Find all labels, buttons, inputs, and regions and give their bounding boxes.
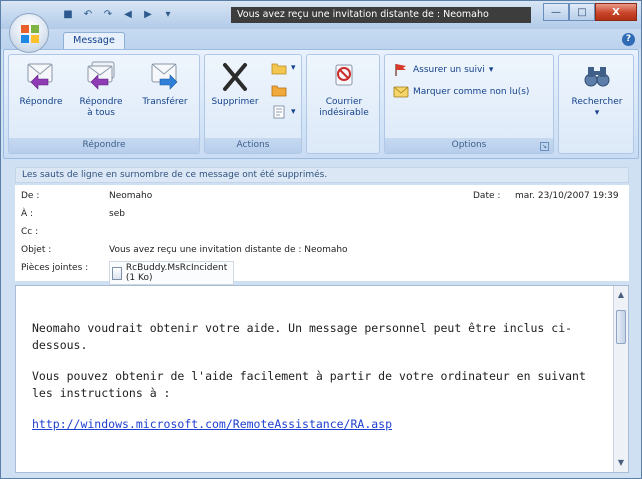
office-button[interactable] — [9, 13, 49, 53]
message-body-text: Neomaho voudrait obtenir votre aide. Un … — [32, 320, 612, 447]
junk-label-line2: indésirable — [319, 108, 369, 118]
other-actions-button[interactable]: ▾ — [271, 105, 296, 119]
forward-button[interactable]: Transférer — [137, 61, 193, 108]
attachment-name: RcBuddy.MsRcIncident (1 Ko) — [125, 263, 228, 283]
undo-icon[interactable]: ↶ — [81, 7, 95, 21]
mark-unread-button[interactable]: Marquer comme non lu(s) — [393, 85, 529, 99]
subject-label: Objet : — [21, 245, 52, 255]
outlook-message-window: ■ ↶ ↷ ◀ ▶ ▾ Vous avez reçu une invitatio… — [0, 0, 642, 479]
delete-label: Supprimer — [211, 97, 259, 107]
reply-all-label-line2: à tous — [87, 108, 115, 118]
reply-all-icon — [84, 61, 118, 93]
subject-value: Vous avez reçu une invitation distante d… — [109, 245, 348, 255]
mark-unread-label: Marquer comme non lu(s) — [413, 87, 530, 97]
junk-mail-icon — [327, 61, 361, 93]
reply-label: Répondre — [19, 97, 63, 107]
find-label: Rechercher — [571, 97, 623, 107]
to-label: À : — [21, 209, 34, 219]
follow-up-label: Assurer un suivi — [413, 65, 485, 75]
cc-label: Cc : — [21, 227, 39, 237]
forward-icon — [148, 61, 182, 93]
junk-label-line1: Courrier — [325, 97, 363, 107]
vertical-scrollbar[interactable]: ▲ ▼ — [613, 286, 628, 472]
respond-group-label: Répondre — [9, 138, 199, 153]
body-paragraph-2: Vous pouvez obtenir de l'aide facilement… — [32, 369, 586, 400]
document-icon — [273, 105, 285, 119]
actions-group: Supprimer ▾ ▾ Actions — [204, 54, 302, 154]
dropdown-arrow-icon: ▾ — [594, 108, 600, 118]
window-title: Vous avez reçu une invitation distante d… — [231, 7, 531, 23]
maximize-button[interactable]: □ — [569, 3, 595, 21]
scroll-up-icon[interactable]: ▲ — [614, 288, 628, 302]
body-paragraph-1: Neomaho voudrait obtenir votre aide. Un … — [32, 321, 573, 352]
redo-icon[interactable]: ↷ — [101, 7, 115, 21]
create-rule-button[interactable] — [271, 83, 287, 97]
find-button[interactable]: Rechercher ▾ — [567, 61, 627, 119]
mark-unread-envelope-icon — [393, 86, 409, 98]
flag-icon — [395, 64, 406, 76]
move-folder-icon — [271, 63, 287, 75]
forward-label: Transférer — [142, 97, 188, 107]
from-value[interactable]: Neomaho — [109, 191, 152, 201]
reply-button[interactable]: Répondre — [13, 61, 69, 108]
actions-group-label: Actions — [205, 138, 301, 153]
attachments-label: Pièces jointes : — [21, 263, 89, 273]
junk-mail-button[interactable]: Courrier indésirable — [315, 61, 373, 119]
find-group: Rechercher ▾ — [558, 54, 634, 154]
dropdown-arrow-icon: ▾ — [291, 107, 296, 117]
delete-button[interactable]: Supprimer — [207, 61, 263, 108]
close-button[interactable]: X — [595, 3, 637, 21]
title-bar: ■ ↶ ↷ ◀ ▶ ▾ Vous avez reçu une invitatio… — [1, 1, 641, 29]
date-value: mar. 23/10/2007 19:39 — [515, 191, 619, 201]
date-label: Date : — [473, 191, 501, 201]
options-group-label: Options — [385, 138, 553, 153]
dropdown-arrow-icon: ▾ — [488, 65, 494, 75]
ribbon: Répondre Répondre à tous Transférer Répo… — [3, 49, 639, 159]
respond-group: Répondre Répondre à tous Transférer Répo… — [8, 54, 200, 154]
message-body[interactable]: Neomaho voudrait obtenir votre aide. Un … — [15, 285, 629, 473]
minimize-button[interactable]: — — [543, 3, 569, 21]
quick-access-toolbar: ■ ↶ ↷ ◀ ▶ ▾ — [61, 7, 175, 21]
attachment-item[interactable]: RcBuddy.MsRcIncident (1 Ko) — [109, 261, 235, 285]
remote-assistance-link[interactable]: http://windows.microsoft.com/RemoteAssis… — [32, 417, 392, 431]
scrollbar-thumb[interactable] — [616, 310, 626, 344]
next-item-icon[interactable]: ▶ — [141, 7, 155, 21]
reply-all-label-line1: Répondre — [79, 97, 123, 107]
move-to-folder-button[interactable]: ▾ — [271, 61, 296, 75]
to-value[interactable]: seb — [109, 209, 125, 219]
tab-message[interactable]: Message — [63, 32, 125, 50]
options-group: Assurer un suivi ▾ Marquer comme non lu(… — [384, 54, 554, 154]
options-dialog-launcher[interactable]: ↘ — [540, 142, 549, 151]
help-icon[interactable]: ? — [622, 33, 635, 46]
customize-qat-icon[interactable]: ▾ — [161, 7, 175, 21]
reply-all-button[interactable]: Répondre à tous — [73, 61, 129, 119]
info-bar[interactable]: Les sauts de ligne en surnombre de ce me… — [15, 167, 629, 183]
delete-icon — [218, 61, 252, 93]
office-logo-icon — [21, 25, 39, 43]
attachment-file-icon — [112, 266, 122, 280]
message-headers: De : Neomaho Date : mar. 23/10/2007 19:3… — [15, 185, 629, 285]
ribbon-tabs: Message ? — [1, 29, 641, 50]
save-icon[interactable]: ■ — [61, 7, 75, 21]
junk-group: Courrier indésirable — [306, 54, 380, 154]
previous-item-icon[interactable]: ◀ — [121, 7, 135, 21]
scroll-down-icon[interactable]: ▼ — [614, 456, 628, 470]
rule-folder-icon — [271, 85, 287, 97]
from-label: De : — [21, 191, 40, 201]
reply-icon — [24, 61, 58, 93]
window-controls: — □ X — [543, 3, 637, 21]
binoculars-icon — [580, 61, 614, 93]
dropdown-arrow-icon: ▾ — [291, 63, 296, 73]
follow-up-button[interactable]: Assurer un suivi ▾ — [393, 63, 493, 77]
